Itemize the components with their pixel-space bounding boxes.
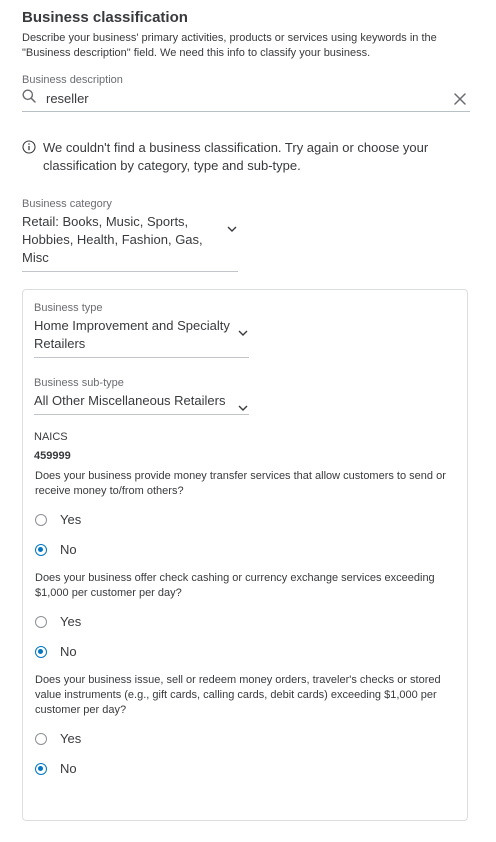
radio-label: No: [60, 542, 77, 557]
radio-button[interactable]: [35, 732, 47, 745]
radio-label: Yes: [60, 731, 82, 746]
chevron-down-icon: [238, 323, 248, 341]
type-label: Business type: [34, 302, 103, 314]
type-dropdown[interactable]: Home Improvement and Specialty Retailers: [34, 317, 249, 358]
radio-option-yes[interactable]: Yes: [35, 512, 81, 527]
description-field[interactable]: [22, 87, 470, 112]
category-label: Business category: [22, 198, 112, 210]
radio-option-no[interactable]: No: [35, 761, 77, 776]
radio-option-no[interactable]: No: [35, 644, 77, 659]
subtype-underline: [34, 414, 249, 415]
question-money-orders: Does your business issue, sell or redeem…: [35, 674, 441, 716]
radio-button[interactable]: [35, 615, 47, 628]
notice-text: We couldn't find a business classificati…: [43, 140, 429, 173]
question-money-transfer: Does your business provide money transfe…: [35, 470, 446, 497]
description-label: Business description: [22, 74, 123, 86]
radio-button-checked[interactable]: [35, 762, 47, 775]
subtype-label: Business sub-type: [34, 377, 124, 389]
radio-option-yes[interactable]: Yes: [35, 731, 81, 746]
radio-button-checked[interactable]: [35, 645, 47, 658]
info-icon: [22, 140, 36, 159]
section-subtitle: Describe your business' primary activiti…: [22, 32, 437, 59]
radio-option-no[interactable]: No: [35, 542, 77, 557]
business-classification-form: Business classification Describe your bu…: [0, 0, 496, 842]
radio-label: No: [60, 761, 77, 776]
question-check-cashing: Does your business offer check cashing o…: [35, 572, 435, 599]
radio-label: Yes: [60, 614, 82, 629]
category-value-line: Hobbies, Health, Fashion, Gas,: [22, 232, 203, 247]
radio-label: No: [60, 644, 77, 659]
radio-option-yes[interactable]: Yes: [35, 614, 81, 629]
naics-label: NAICS: [34, 431, 68, 443]
type-value-line: Retailers: [34, 336, 86, 351]
subtype-value: All Other Miscellaneous Retailers: [34, 393, 226, 408]
search-icon: [22, 89, 36, 108]
type-underline: [34, 357, 249, 358]
naics-value: 459999: [34, 450, 71, 462]
section-title: Business classification: [22, 9, 188, 26]
description-input[interactable]: [46, 88, 426, 108]
radio-button-checked[interactable]: [35, 543, 47, 556]
radio-label: Yes: [60, 512, 82, 527]
subtype-dropdown[interactable]: All Other Miscellaneous Retailers: [34, 392, 249, 415]
close-icon[interactable]: [454, 92, 466, 110]
type-value-line: Home Improvement and Specialty: [34, 318, 230, 333]
category-dropdown[interactable]: Retail: Books, Music, Sports, Hobbies, H…: [22, 213, 238, 272]
category-underline: [22, 271, 238, 272]
chevron-down-icon: [227, 219, 237, 237]
category-value-line: Misc: [22, 250, 49, 265]
category-value-line: Retail: Books, Music, Sports,: [22, 214, 189, 229]
business-type-panel: [22, 289, 468, 821]
radio-button[interactable]: [35, 513, 47, 526]
